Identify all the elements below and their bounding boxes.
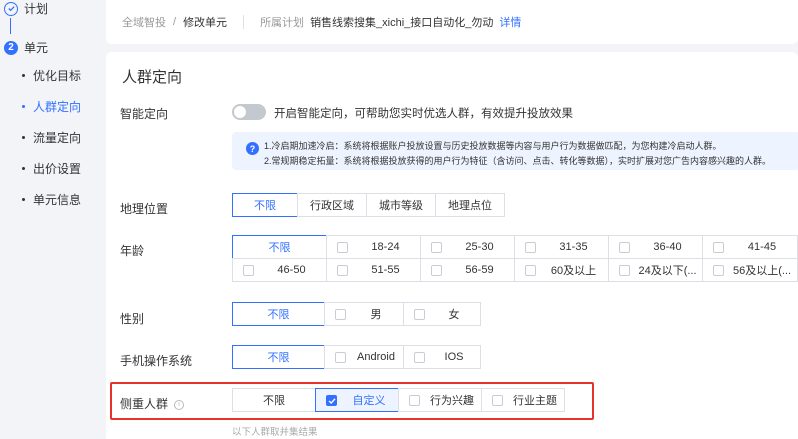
info-line-2: 2.常规期稳定拓量：系统将根据投放获得的用户行为特征（含访问、点击、转化等数据）… — [264, 156, 772, 166]
os-option-label: Android — [357, 351, 395, 363]
sidebar-item-label: 出价设置 — [33, 162, 82, 176]
check-icon — [4, 1, 18, 16]
checkbox-icon — [619, 242, 630, 253]
checkbox-icon — [525, 265, 536, 276]
smart-targeting-label: 智能定向 — [120, 107, 169, 121]
age-option-label: 56-59 — [465, 264, 494, 276]
checkbox-icon — [243, 265, 254, 276]
age-option[interactable]: 56及以上(... — [702, 258, 798, 282]
checkbox-icon — [431, 242, 442, 253]
sidebar-item-label: 人群定向 — [33, 100, 82, 114]
bullet-icon — [22, 167, 25, 170]
step-connector — [10, 18, 11, 34]
sidebar-item-audience-targeting[interactable]: 人群定向 — [22, 98, 81, 115]
step-number-badge: 2 — [4, 40, 18, 55]
age-option-label: 25-30 — [465, 241, 494, 253]
gender-option-female[interactable]: 女 — [403, 302, 481, 326]
sidebar-item-label: 单元信息 — [33, 193, 82, 207]
plan-detail-link[interactable]: 详情 — [499, 14, 521, 30]
age-option[interactable]: 51-55 — [326, 258, 421, 282]
bullet-icon — [22, 198, 25, 201]
age-option[interactable]: 46-50 — [232, 258, 327, 282]
section-title: 人群定向 — [122, 69, 183, 86]
checkbox-icon — [335, 352, 346, 363]
os-label: 手机操作系统 — [120, 354, 193, 368]
checkbox-icon — [337, 265, 348, 276]
age-option-label: 18-24 — [371, 241, 400, 253]
toggle-knob — [234, 106, 246, 118]
breadcrumb-separator: / — [173, 16, 177, 28]
smart-targeting-info: ? 1.冷启期加速冷启：系统将根据账户投放设置与历史投放数据等内容与用户行为数据… — [232, 132, 798, 170]
gender-option-male[interactable]: 男 — [324, 302, 404, 326]
checkbox-icon — [431, 265, 442, 276]
age-option[interactable]: 24及以下(... — [608, 258, 703, 282]
bullet-icon — [22, 105, 25, 108]
sidebar-item-bid-settings[interactable]: 出价设置 — [22, 160, 81, 177]
checkbox-icon — [414, 309, 425, 320]
smart-targeting-description: 开启智能定向，可帮助您实时优选人群，有效提升投放效果 — [274, 108, 573, 120]
os-option-unlimited[interactable]: 不限 — [232, 345, 325, 369]
breadcrumb-current: 修改单元 — [183, 17, 228, 29]
plan-name: 销售线索搜集_xichi_接口自动化_勿动 — [310, 17, 494, 29]
checkbox-icon — [619, 265, 630, 276]
highlight-box — [110, 382, 594, 420]
age-option[interactable]: 60及以上 — [514, 258, 609, 282]
location-label: 地理位置 — [120, 202, 169, 216]
audience-targeting-card: 人群定向 智能定向 开启智能定向，可帮助您实时优选人群，有效提升投放效果 ? 1… — [106, 52, 798, 439]
question-icon: ? — [246, 142, 259, 155]
os-option-label: IOS — [444, 351, 464, 363]
location-option-city-tier[interactable]: 城市等级 — [366, 193, 436, 217]
step-plan[interactable]: 计划 — [4, 0, 48, 17]
divider — [243, 15, 245, 29]
header-bar: 全域智投 / 修改单元 所属计划 销售线索搜集_xichi_接口自动化_勿动 详… — [106, 0, 798, 44]
age-option-label: 60及以上 — [550, 265, 597, 277]
smart-targeting-toggle[interactable] — [232, 104, 266, 120]
sidebar-item-label: 优化目标 — [33, 69, 82, 83]
location-option-unlimited[interactable]: 不限 — [232, 193, 298, 217]
age-option[interactable]: 56-59 — [420, 258, 515, 282]
age-option-label: 36-40 — [653, 241, 682, 253]
bullet-icon — [22, 74, 25, 77]
breadcrumb-root[interactable]: 全域智投 — [122, 14, 166, 30]
checkbox-icon — [414, 352, 425, 363]
sidebar-item-unit-info[interactable]: 单元信息 — [22, 191, 81, 208]
age-option-label: 41-45 — [747, 241, 777, 253]
sidebar-item-label: 流量定向 — [33, 131, 82, 145]
location-option-geo-point[interactable]: 地理点位 — [435, 193, 505, 217]
location-option-admin-region[interactable]: 行政区域 — [297, 193, 367, 217]
gender-option-label: 男 — [370, 309, 382, 321]
os-option-android[interactable]: Android — [324, 345, 404, 369]
age-option[interactable]: 31-35 — [514, 235, 609, 259]
age-option-label: 24及以下(... — [638, 265, 697, 277]
age-option-unlimited[interactable]: 不限 — [232, 235, 327, 259]
age-option-label: 46-50 — [277, 264, 306, 276]
sidebar-item-traffic-targeting[interactable]: 流量定向 — [22, 129, 81, 146]
age-label: 年龄 — [120, 244, 145, 258]
checkbox-icon — [713, 265, 724, 276]
step-plan-label: 计划 — [24, 2, 49, 16]
age-option[interactable]: 25-30 — [420, 235, 515, 259]
age-option-label: 56及以上(... — [732, 265, 792, 277]
checkbox-icon — [335, 309, 346, 320]
age-option-label: 51-55 — [371, 264, 400, 276]
age-option[interactable]: 36-40 — [608, 235, 703, 259]
step-unit[interactable]: 2 单元 — [4, 39, 48, 56]
plan-label: 所属计划 — [260, 17, 305, 29]
sidebar-item-optimization-goal[interactable]: 优化目标 — [22, 67, 81, 84]
checkbox-icon — [713, 242, 724, 253]
age-option[interactable]: 41-45 — [702, 235, 798, 259]
gender-option-label: 女 — [448, 309, 460, 321]
gender-label: 性别 — [120, 312, 145, 326]
info-line-1: 1.冷启期加速冷启：系统将根据账户投放设置与历史投放数据等内容与用户行为数据做匹… — [264, 141, 722, 151]
age-option[interactable]: 18-24 — [326, 235, 421, 259]
checkbox-icon — [337, 242, 348, 253]
age-option-label: 31-35 — [559, 241, 588, 253]
checkbox-icon — [525, 242, 536, 253]
gender-option-unlimited[interactable]: 不限 — [232, 302, 325, 326]
os-option-ios[interactable]: IOS — [403, 345, 481, 369]
step-unit-label: 单元 — [24, 41, 49, 55]
bullet-icon — [22, 136, 25, 139]
focus-footnote: 以下人群取并集结果 — [232, 427, 318, 438]
sidebar: 计划 2 单元 优化目标 人群定向 流量定向 出价设置 单元信息 — [0, 0, 104, 439]
